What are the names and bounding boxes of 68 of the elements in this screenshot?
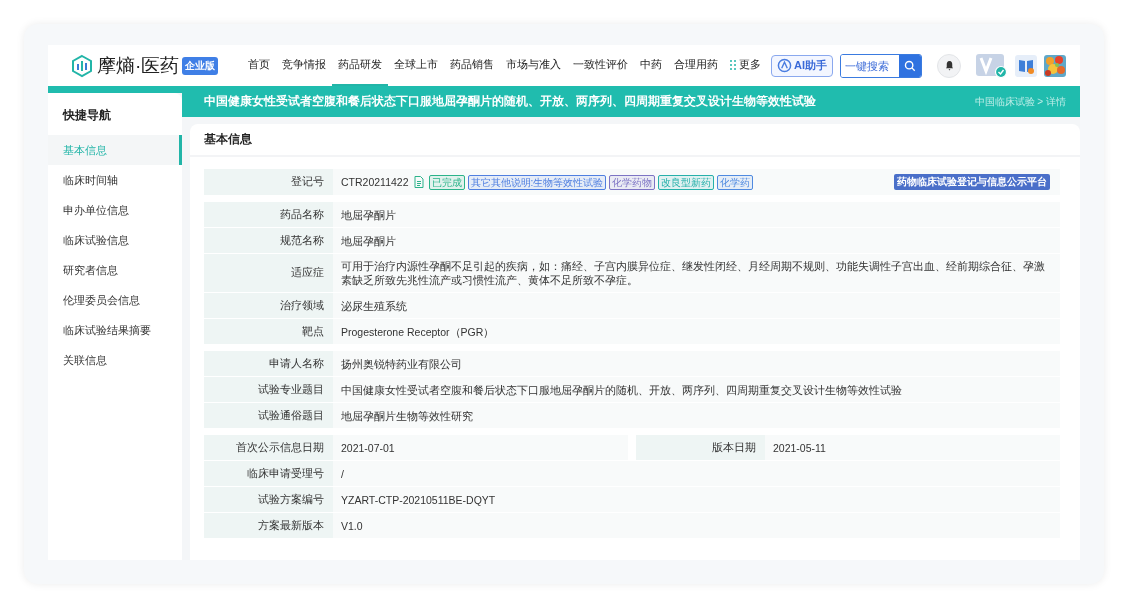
nav-tab[interactable]: 首页 <box>242 45 276 86</box>
tag: 化学药物 <box>609 174 656 190</box>
nav-tab[interactable]: 中药 <box>634 45 668 86</box>
sidebar-title: 快捷导航 <box>61 107 112 124</box>
field-label: 申请人名称 <box>204 351 333 376</box>
field-label: 临床申请受理号 <box>204 461 333 486</box>
search-button[interactable] <box>899 54 921 77</box>
field-value: 2021-05-11 <box>765 435 1060 460</box>
search-icon <box>904 59 916 72</box>
field-value: 2021-07-01 <box>333 435 628 460</box>
field-value: 地屈孕酮片生物等效性研究 <box>333 403 1060 428</box>
field-value: YZART-CTP-20210511BE-DQYT <box>333 487 1060 512</box>
ai-icon <box>777 58 792 73</box>
more-menu[interactable]: 更多 <box>724 45 767 86</box>
brand-name: 摩熵·医药 <box>97 53 180 78</box>
field-value: V1.0 <box>333 513 1060 538</box>
edition-badge: 企业版 <box>182 56 219 75</box>
vip-icon[interactable] <box>976 53 1008 78</box>
field-value: 地屈孕酮片 <box>333 202 1060 227</box>
source-badge: 药物临床试验登记与信息公示平台 <box>894 174 1050 190</box>
more-label[interactable]: 更多 <box>739 57 761 72</box>
sidebar-item[interactable]: 伦理委员会信息 <box>48 285 182 315</box>
field-value: 可用于治疗内源性孕酮不足引起的疾病，如：痛经、子宫内膜异位症、继发性闭经、月经周期不规则、功能失调性子宫出血、经前期综合征、孕激素缺乏所致先兆性流产或习惯性流产、黄体不足所致不孕症。 <box>333 254 1060 292</box>
sidebar-item[interactable]: 申办单位信息 <box>48 195 182 225</box>
tag: 化学药 <box>717 174 754 190</box>
logo-icon <box>70 53 94 78</box>
field-label: 治疗领域 <box>204 293 333 318</box>
sidebar-item[interactable]: 临床试验信息 <box>48 225 182 255</box>
field-label: 试验方案编号 <box>204 487 333 512</box>
sidebar-item[interactable]: 关联信息 <box>48 345 182 375</box>
field-label: 试验专业题目 <box>204 377 333 402</box>
field-value: 中国健康女性受试者空腹和餐后状态下口服地屈孕酮片的随机、开放、两序列、四周期重复交叉设计生物等效性试验 <box>333 377 1060 402</box>
field-label: 方案最新版本 <box>204 513 333 538</box>
field-label: 试验通俗题目 <box>204 403 333 428</box>
nav-tab[interactable]: 全球上市 <box>388 45 444 86</box>
ai-assistant-button[interactable]: AI助手 <box>771 54 833 77</box>
field-label: 首次公示信息日期 <box>204 435 333 460</box>
nav-tab[interactable]: 竞争情报 <box>276 45 332 86</box>
field-label: 版本日期 <box>636 435 765 460</box>
search-field[interactable]: 一键搜索 <box>840 53 922 78</box>
book-icon[interactable] <box>1015 54 1037 77</box>
sidebar-item[interactable]: 研究者信息 <box>48 255 182 285</box>
breadcrumb: 中国临床试验 > 详情 <box>974 94 1066 109</box>
field-value: CTR20211422 <box>341 175 409 189</box>
field-label: 规范名称 <box>204 228 333 253</box>
field-value: 扬州奥锐特药业有限公司 <box>333 351 1060 376</box>
field-label: 药品名称 <box>204 202 333 227</box>
field-label: 登记号 <box>204 169 333 195</box>
notification-button[interactable] <box>937 53 961 78</box>
grid-icon <box>730 59 736 70</box>
field-label: 靶点 <box>204 319 333 344</box>
field-value: / <box>333 461 1060 486</box>
field-label: 适应症 <box>204 254 333 292</box>
field-value: 地屈孕酮片 <box>333 228 1060 253</box>
document-icon[interactable] <box>413 176 424 188</box>
nav-tab[interactable]: 合理用药 <box>668 45 724 86</box>
nav-tab[interactable]: 市场与准入 <box>500 45 567 86</box>
field-value: 泌尿生殖系统 <box>333 293 1060 318</box>
nav-tab[interactable]: 药品销售 <box>444 45 500 86</box>
tag: 改良型新药 <box>658 174 715 190</box>
field-value: Progesterone Receptor（PGR） <box>333 319 1060 344</box>
tag: 已完成 <box>428 174 465 190</box>
sidebar-item[interactable]: 临床试验结果摘要 <box>48 315 182 345</box>
page-title: 中国健康女性受试者空腹和餐后状态下口服地屈孕酮片的随机、开放、两序列、四周期重复交叉设计生物等效性试验 <box>204 93 816 110</box>
tag: 其它其他说明:生物等效性试验 <box>467 174 607 190</box>
sidebar-item[interactable]: 临床时间轴 <box>48 165 182 195</box>
nav-tab[interactable]: 一致性评价 <box>567 45 634 86</box>
section-title: 基本信息 <box>204 133 252 145</box>
